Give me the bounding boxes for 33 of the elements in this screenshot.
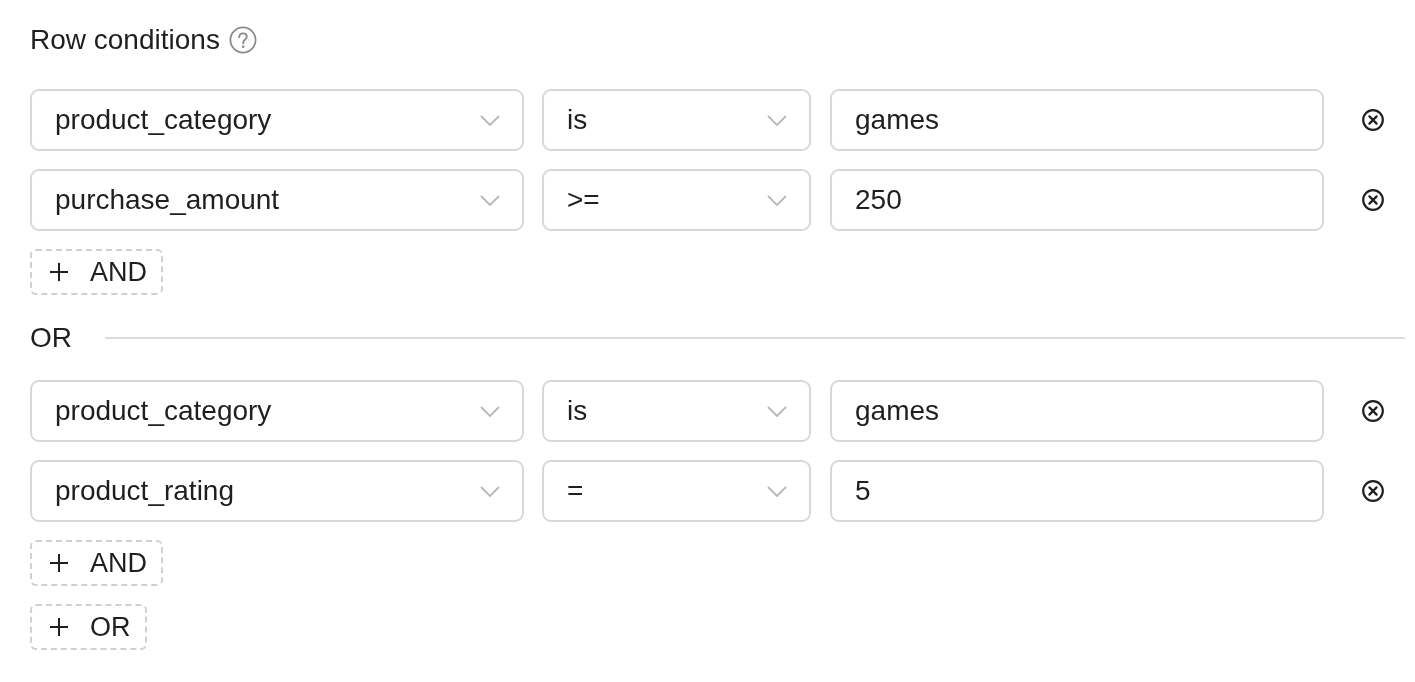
plus-icon	[50, 263, 68, 281]
section-title: Row conditions	[30, 23, 220, 57]
add-and-button[interactable]: AND	[30, 249, 163, 295]
help-icon[interactable]	[228, 26, 257, 54]
column-dropdown[interactable]: product_category	[30, 89, 524, 151]
chevron-down-icon	[767, 114, 787, 126]
add-and-button[interactable]: AND	[30, 540, 163, 586]
close-icon[interactable]	[1362, 189, 1384, 211]
operator-dropdown[interactable]: is	[542, 380, 811, 442]
value-input[interactable]: games	[830, 380, 1324, 442]
chevron-down-icon	[480, 194, 500, 206]
value-input[interactable]: 250	[830, 169, 1324, 231]
value-input[interactable]: 5	[830, 460, 1324, 522]
operator-dropdown[interactable]: >=	[542, 169, 811, 231]
chevron-down-icon	[767, 485, 787, 497]
chevron-down-icon	[480, 114, 500, 126]
chevron-down-icon	[480, 405, 500, 417]
close-icon[interactable]	[1362, 109, 1384, 131]
close-icon[interactable]	[1362, 400, 1384, 422]
operator-dropdown[interactable]: =	[542, 460, 811, 522]
value-input[interactable]: games	[830, 89, 1324, 151]
plus-icon	[50, 618, 68, 636]
add-or-button[interactable]: OR	[30, 604, 147, 650]
or-divider-label: OR	[30, 321, 72, 355]
close-icon[interactable]	[1362, 480, 1384, 502]
column-dropdown[interactable]: product_rating	[30, 460, 524, 522]
chevron-down-icon	[767, 194, 787, 206]
column-dropdown[interactable]: purchase_amount	[30, 169, 524, 231]
operator-dropdown[interactable]: is	[542, 89, 811, 151]
chevron-down-icon	[767, 405, 787, 417]
chevron-down-icon	[480, 485, 500, 497]
plus-icon	[50, 554, 68, 572]
column-dropdown[interactable]: product_category	[30, 380, 524, 442]
